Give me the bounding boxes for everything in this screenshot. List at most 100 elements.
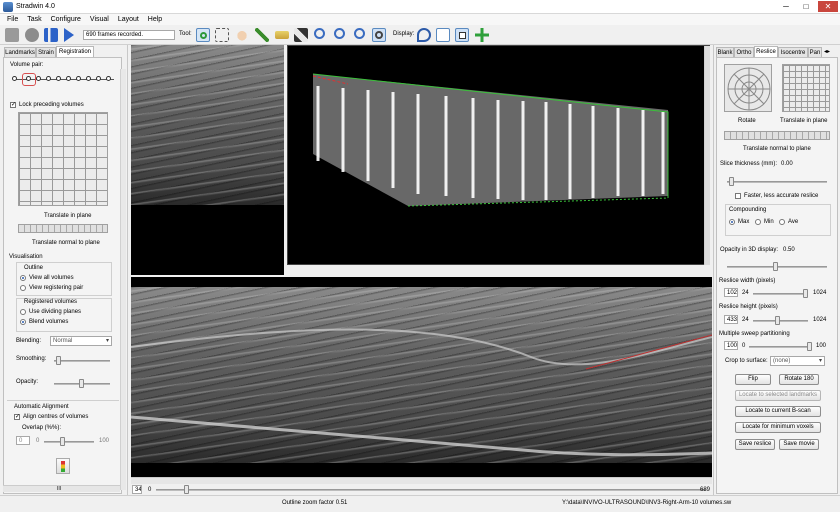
reslice-annotations: [131, 328, 712, 457]
rotate-pad[interactable]: [724, 64, 772, 112]
faster-reslice-checkbox[interactable]: [735, 193, 741, 199]
traffic-light-button[interactable]: [56, 458, 70, 474]
locate-landmarks-button[interactable]: Locate to selected landmarks: [735, 390, 821, 401]
hand-icon[interactable]: [235, 28, 249, 42]
maximize-button[interactable]: □: [798, 1, 814, 12]
translate-in-plane-pad[interactable]: [18, 112, 108, 206]
tab-landmarks[interactable]: Landmarks: [4, 47, 36, 57]
align-centres-checkbox[interactable]: ✓: [14, 414, 20, 420]
translate-in-plane-label: Translate in plane: [44, 213, 92, 219]
frame-max-label: 689: [700, 487, 711, 493]
reslice-height-field[interactable]: 433: [724, 315, 738, 324]
select-region-icon[interactable]: [215, 28, 229, 42]
left-panel-hscrollbar[interactable]: III: [3, 485, 120, 492]
volume-pair-selector[interactable]: [10, 73, 120, 87]
zoom-selected-icon[interactable]: [372, 28, 386, 42]
reslice-height-slider[interactable]: [775, 316, 780, 325]
view-registering-pair-radio[interactable]: [20, 285, 26, 291]
translate-in-plane-pad-right[interactable]: [782, 64, 830, 112]
overlap-value-field[interactable]: 0: [16, 436, 30, 445]
tab-scroll-arrows[interactable]: ◂▸: [824, 48, 830, 55]
play-icon[interactable]: [64, 28, 74, 42]
scroll-grip: III: [57, 486, 62, 492]
slice-thickness-label: Slice thickness (mm):: [720, 161, 778, 167]
frame-slider-track: [156, 489, 706, 491]
reslice-width-slider[interactable]: [803, 289, 808, 298]
menu-task[interactable]: Task: [27, 14, 41, 25]
divider: [7, 400, 119, 401]
compound-min-radio[interactable]: [755, 219, 761, 225]
use-dividing-planes-radio[interactable]: [20, 309, 26, 315]
menu-configure[interactable]: Configure: [51, 14, 81, 25]
multi-sweep-field[interactable]: 100: [724, 341, 738, 350]
pencil-icon[interactable]: [255, 28, 269, 42]
measure-icon[interactable]: [294, 28, 308, 42]
rotate-180-button[interactable]: Rotate 180: [779, 374, 819, 385]
slice-thickness-slider[interactable]: [729, 177, 734, 186]
faster-reslice-label: Faster, less accurate reslice: [744, 193, 819, 199]
zoom-out-icon[interactable]: [354, 28, 365, 39]
single-view-icon[interactable]: [436, 28, 450, 42]
tab-registration[interactable]: Registration: [56, 46, 94, 57]
right-panel: Blank Ortho Reslice Isocentre Pan ◂▸ Rot…: [713, 45, 840, 495]
ruler-icon[interactable]: [275, 31, 289, 39]
undo-view-icon[interactable]: [417, 28, 431, 42]
left-panel-scrollbar[interactable]: [120, 69, 126, 490]
tab-blank[interactable]: Blank: [716, 47, 734, 57]
probe-icon[interactable]: [5, 28, 19, 42]
multi-view-icon[interactable]: [455, 28, 469, 42]
locate-bscan-button[interactable]: Locate to current B-scan: [735, 406, 821, 417]
menu-layout[interactable]: Layout: [118, 14, 139, 25]
zoom-100-icon[interactable]: [334, 28, 345, 39]
save-reslice-button[interactable]: Save reslice: [735, 439, 775, 450]
close-button[interactable]: ✕: [818, 1, 838, 12]
tab-ortho[interactable]: Ortho: [734, 47, 754, 57]
opacity-slider[interactable]: [79, 379, 84, 388]
multi-sweep-max: 100: [816, 343, 827, 349]
reslice-hscrollbar[interactable]: [131, 477, 712, 484]
frame-index-field[interactable]: 34: [132, 485, 142, 494]
save-movie-button[interactable]: Save movie: [779, 439, 819, 450]
tab-isocentre[interactable]: Isocentre: [778, 47, 808, 57]
tab-pan[interactable]: Pan: [808, 47, 822, 57]
reslice-height-min: 24: [742, 317, 749, 323]
multi-sweep-slider[interactable]: [807, 342, 812, 351]
menu-help[interactable]: Help: [148, 14, 162, 25]
menu-visual[interactable]: Visual: [90, 14, 109, 25]
refresh-icon[interactable]: [196, 28, 210, 42]
align-centres-label: Align centres of volumes: [23, 414, 89, 420]
bscan-view[interactable]: [131, 45, 284, 275]
lock-preceding-checkbox[interactable]: ✓: [10, 102, 16, 108]
smoothing-slider[interactable]: [56, 356, 61, 365]
reslice-height-track: [753, 320, 808, 322]
view-all-volumes-radio[interactable]: [20, 275, 26, 281]
rewind-icon[interactable]: [44, 28, 58, 42]
add-view-icon[interactable]: [475, 28, 489, 42]
reslice-view[interactable]: [131, 277, 712, 477]
blend-volumes-radio[interactable]: [20, 319, 26, 325]
zoom-in-icon[interactable]: [314, 28, 325, 39]
tab-reslice[interactable]: Reslice: [754, 46, 778, 57]
reslice-tab-content: Rotate Translate in plane Translate norm…: [716, 57, 838, 494]
translate-normal-strip-right[interactable]: [724, 131, 830, 140]
overlap-slider[interactable]: [60, 437, 65, 446]
translate-normal-strip[interactable]: [18, 224, 108, 233]
center-scrollbar[interactable]: [704, 46, 710, 265]
record-icon[interactable]: [25, 28, 39, 42]
tab-strain[interactable]: Strain: [36, 47, 56, 57]
translate-in-plane-label-right: Translate in plane: [780, 118, 828, 124]
compound-ave-radio[interactable]: [779, 219, 785, 225]
volume-pair-label: Volume pair:: [10, 62, 44, 68]
3d-outline-view[interactable]: [287, 45, 710, 265]
flip-button[interactable]: Flip: [735, 374, 771, 385]
opacity-3d-slider[interactable]: [773, 262, 778, 271]
minimize-button[interactable]: ─: [778, 1, 794, 12]
crop-surface-select[interactable]: (none): [770, 356, 825, 366]
menu-file[interactable]: File: [7, 14, 18, 25]
compound-max-radio[interactable]: [729, 219, 735, 225]
compound-max-label: Max: [738, 219, 750, 225]
blending-select[interactable]: Normal: [50, 336, 112, 346]
reslice-width-field[interactable]: 1024: [724, 288, 738, 297]
locate-min-voxels-button[interactable]: Locate for minimum voxels: [735, 422, 821, 433]
frame-slider[interactable]: [184, 485, 189, 494]
